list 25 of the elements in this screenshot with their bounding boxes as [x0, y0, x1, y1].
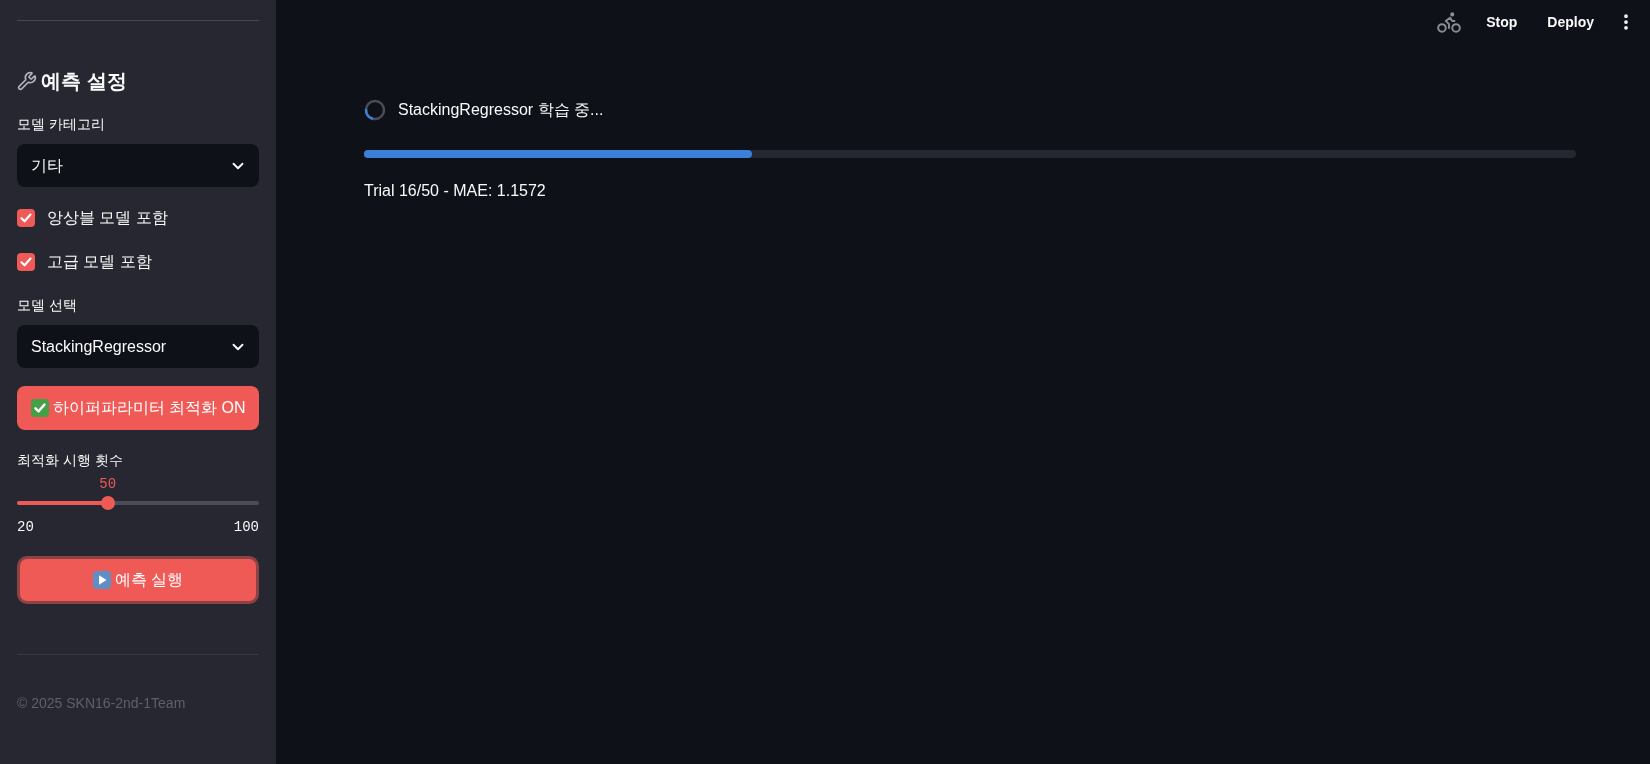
- slider-thumb[interactable]: [100, 496, 115, 510]
- checkbox-label: 고급 모델 포함: [47, 252, 152, 272]
- loading-spinner-icon: [364, 99, 386, 121]
- toolbar-button[interactable]: Deploy: [1539, 7, 1602, 37]
- status-text: StackingRegressor 학습 중...: [398, 100, 604, 120]
- slider-track[interactable]: [17, 496, 259, 510]
- slider-min-label: 20: [17, 518, 34, 537]
- checkbox[interactable]: [17, 253, 35, 271]
- field-label: 모델 선택: [17, 296, 78, 315]
- trial-message: Trial 16/50 - MAE: 1.1572: [364, 181, 546, 201]
- checkbox[interactable]: [17, 209, 35, 227]
- check-icon: [30, 399, 49, 417]
- slider-max-label: 100: [233, 518, 259, 537]
- field-label: 모델 카테고리: [17, 115, 106, 134]
- select-field[interactable]: 기타: [17, 144, 259, 187]
- footer-text: © 2025 SKN16-2nd-1Team: [17, 694, 187, 713]
- play-icon: [92, 571, 111, 589]
- wrench-icon: [17, 71, 37, 91]
- slider-value: 50: [99, 475, 117, 493]
- slider-label: 최적화 시행 횟수: [17, 451, 124, 470]
- sidebar-heading: 예측 설정: [41, 69, 127, 94]
- select-field[interactable]: StackingRegressor: [17, 325, 259, 368]
- bicycle-icon[interactable]: [1436, 9, 1463, 35]
- checkbox-label: 앙상블 모델 포함: [47, 208, 168, 228]
- toolbar-button[interactable]: Stop: [1478, 7, 1526, 37]
